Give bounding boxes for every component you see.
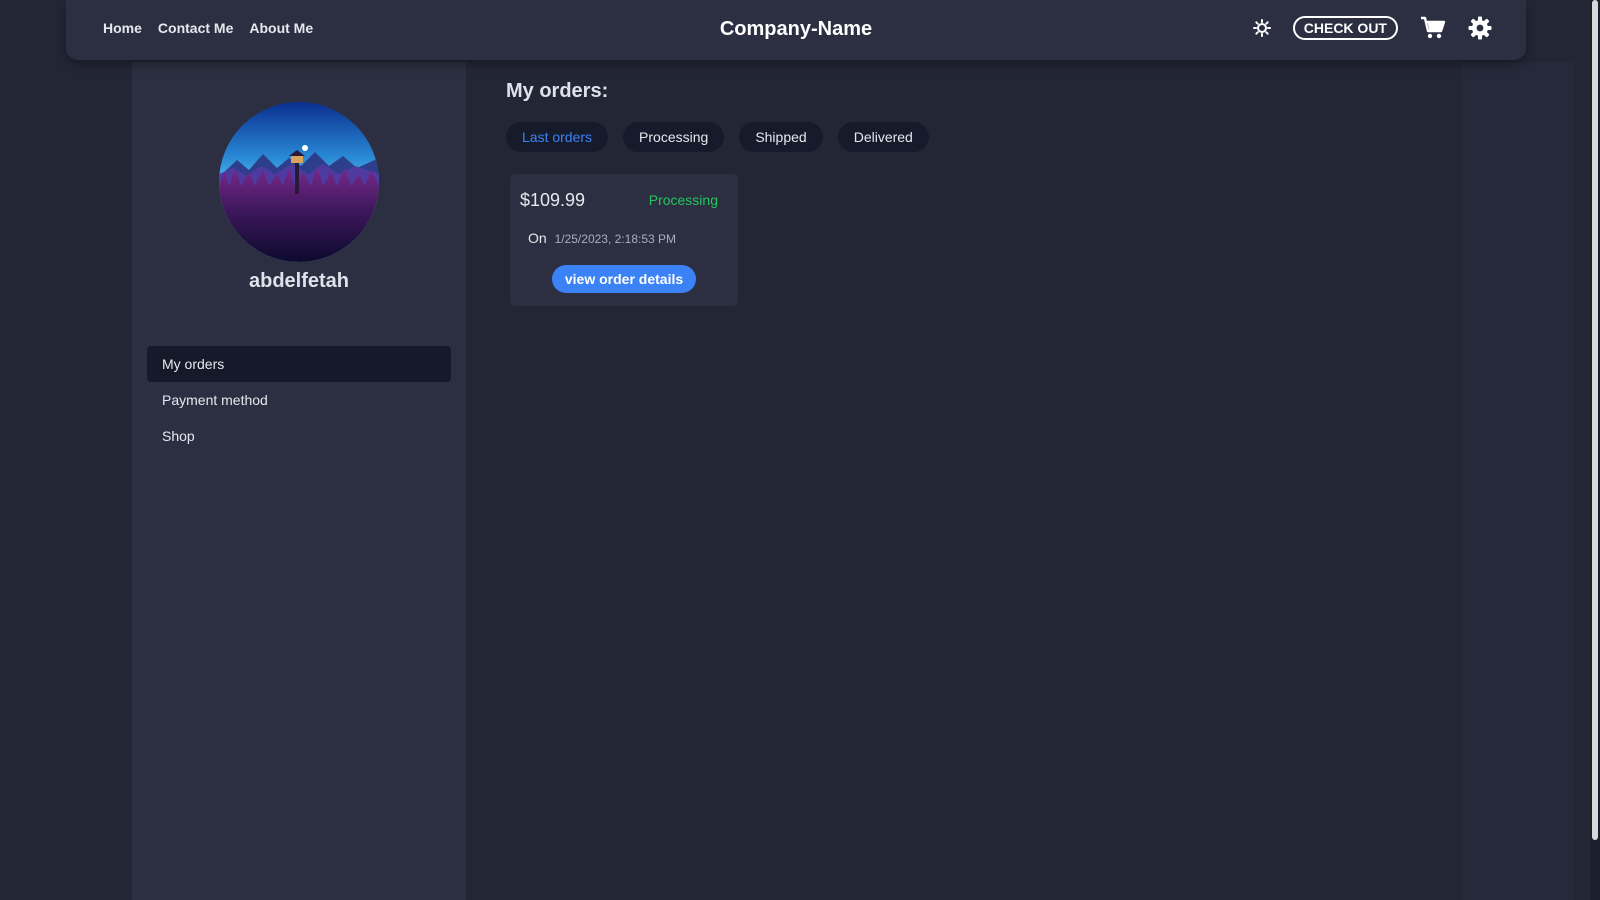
sidebar-item-payment-method[interactable]: Payment method	[147, 382, 451, 418]
sidebar-item-my-orders[interactable]: My orders	[147, 346, 451, 382]
right-panel	[1462, 62, 1574, 900]
gear-icon[interactable]	[1468, 16, 1492, 40]
theme-toggle-icon[interactable]	[1252, 19, 1271, 37]
avatar	[219, 102, 379, 262]
filter-processing[interactable]: Processing	[623, 122, 725, 152]
order-filters: Last orders Processing Shipped Delivered	[506, 122, 929, 152]
view-order-details-button[interactable]: view order details	[552, 265, 696, 293]
sidebar-item-shop[interactable]: Shop	[147, 418, 451, 454]
top-navbar: Home Contact Me About Me Company-Name CH…	[66, 0, 1526, 60]
order-card: $109.99 Processing On 1/25/2023, 2:18:53…	[510, 174, 738, 306]
order-date-value: 1/25/2023, 2:18:53 PM	[554, 232, 677, 246]
filter-shipped[interactable]: Shipped	[739, 122, 823, 152]
profile-sidebar: abdelfetah My orders Payment method Shop	[132, 62, 466, 900]
username: abdelfetah	[248, 270, 350, 292]
filter-last-orders[interactable]: Last orders	[506, 122, 609, 152]
order-date-prefix: On	[528, 230, 547, 246]
checkout-button[interactable]: CHECK OUT	[1292, 16, 1398, 40]
order-price: $109.99	[520, 190, 586, 210]
order-date: On 1/25/2023, 2:18:53 PM	[528, 230, 676, 246]
scrollbar-thumb[interactable]	[1592, 0, 1598, 840]
top-actions: CHECK OUT	[1252, 16, 1492, 40]
sidebar-menu: My orders Payment method Shop	[147, 346, 451, 454]
page-scrollbar[interactable]	[1590, 0, 1600, 900]
cart-icon[interactable]	[1420, 16, 1446, 40]
filter-delivered[interactable]: Delivered	[837, 122, 929, 152]
order-status: Processing	[648, 192, 718, 208]
page-title: My orders:	[506, 80, 609, 102]
